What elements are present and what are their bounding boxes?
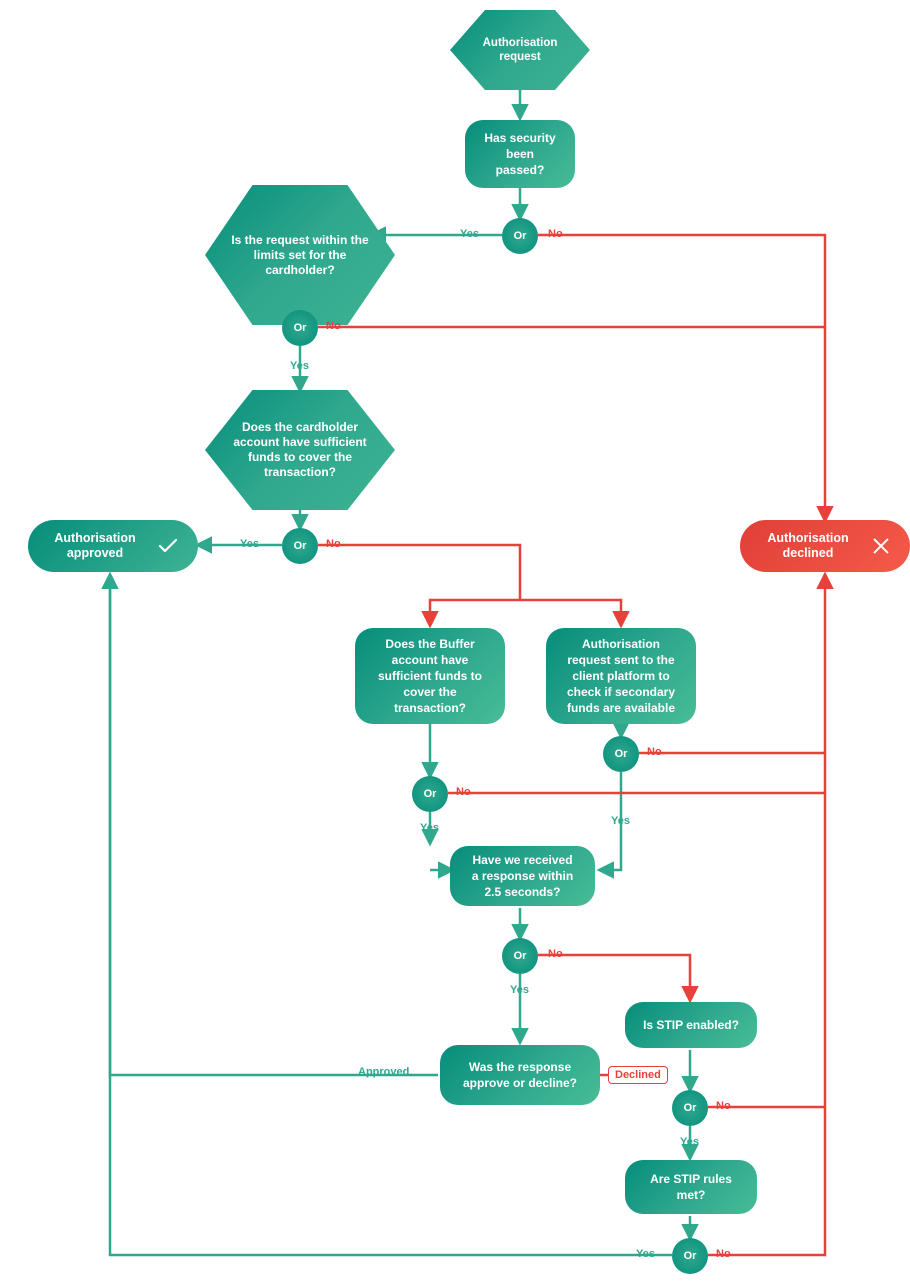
or-label: Or	[294, 540, 307, 552]
terminal-label: Authorisation approved	[46, 531, 144, 561]
node-label: Was the response approve or decline?	[458, 1059, 582, 1091]
edge-yes: Yes	[611, 815, 630, 827]
or-response25: Or	[502, 938, 538, 974]
node-label: Are STIP rules met?	[643, 1171, 739, 1203]
node-label: Have we received a response within 2.5 s…	[468, 852, 577, 901]
node-approve-or-decline: Was the response approve or decline?	[440, 1045, 600, 1105]
edge-yes: Yes	[420, 822, 439, 834]
node-label: Is STIP enabled?	[643, 1017, 739, 1033]
node-secondary: Authorisation request sent to the client…	[546, 628, 696, 724]
cross-icon	[870, 535, 892, 557]
or-label: Or	[684, 1102, 697, 1114]
or-label: Or	[514, 950, 527, 962]
terminal-approved: Authorisation approved	[28, 520, 198, 572]
or-label: Or	[615, 748, 628, 760]
terminal-label: Authorisation declined	[758, 531, 858, 561]
edge-yes: Yes	[680, 1136, 699, 1148]
or-stip-rules: Or	[672, 1238, 708, 1274]
or-stip-enabled: Or	[672, 1090, 708, 1126]
edge-yes: Yes	[460, 228, 479, 240]
node-label: Authorisation request	[468, 36, 572, 65]
edge-no: No	[326, 320, 341, 332]
edge-yes: Yes	[290, 360, 309, 372]
node-label: Has security been passed?	[483, 130, 557, 179]
edge-no: No	[647, 746, 662, 758]
node-funds: Does the cardholder account have suffici…	[205, 390, 395, 510]
edge-yes: Yes	[240, 538, 259, 550]
node-label: Is the request within the limits set for…	[231, 233, 369, 278]
node-limits: Is the request within the limits set for…	[205, 185, 395, 325]
node-label: Does the Buffer account have sufficient …	[373, 636, 487, 717]
or-funds: Or	[282, 528, 318, 564]
or-label: Or	[424, 788, 437, 800]
edge-approved: Approved	[358, 1066, 409, 1078]
node-start: Authorisation request	[450, 10, 590, 90]
node-stip-enabled: Is STIP enabled?	[625, 1002, 757, 1048]
edge-no: No	[716, 1248, 731, 1260]
node-label: Does the cardholder account have suffici…	[231, 420, 369, 480]
check-icon	[156, 534, 180, 558]
node-security: Has security been passed?	[465, 120, 575, 188]
or-security: Or	[502, 218, 538, 254]
or-label: Or	[684, 1250, 697, 1262]
edge-no: No	[326, 538, 341, 550]
edge-declined: Declined	[608, 1066, 668, 1084]
edge-yes: Yes	[636, 1248, 655, 1260]
or-buffer: Or	[412, 776, 448, 812]
node-stip-rules: Are STIP rules met?	[625, 1160, 757, 1214]
node-buffer: Does the Buffer account have sufficient …	[355, 628, 505, 724]
or-secondary: Or	[603, 736, 639, 772]
terminal-declined: Authorisation declined	[740, 520, 910, 572]
or-label: Or	[514, 230, 527, 242]
or-label: Or	[294, 322, 307, 334]
edge-no: No	[716, 1100, 731, 1112]
edge-no: No	[548, 228, 563, 240]
node-response25: Have we received a response within 2.5 s…	[450, 846, 595, 906]
node-label: Authorisation request sent to the client…	[564, 636, 678, 717]
edge-no: No	[456, 786, 471, 798]
edge-no: No	[548, 948, 563, 960]
edge-yes: Yes	[510, 984, 529, 996]
or-limits: Or	[282, 310, 318, 346]
